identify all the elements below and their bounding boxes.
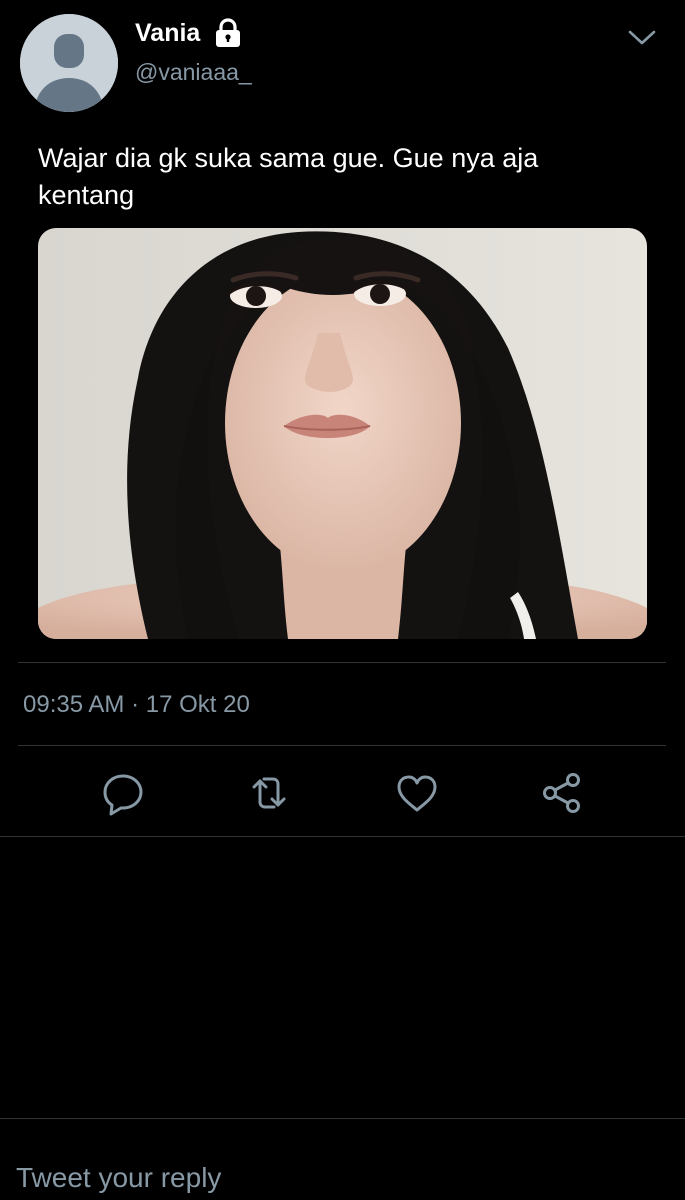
share-icon[interactable] [539,770,585,816]
avatar[interactable] [20,14,118,112]
tweet-photo[interactable] [38,228,647,639]
heart-icon[interactable] [394,770,440,816]
lock-icon [216,18,240,47]
divider [0,1118,685,1119]
display-name[interactable]: Vania [135,18,200,48]
divider [18,662,666,663]
tweet-text: Wajar dia gk suka sama gue. Gue nya aja … [38,143,539,210]
reply-icon[interactable] [100,770,146,816]
retweet-icon[interactable] [246,770,292,816]
portrait-photo [38,228,647,639]
tweet-timestamp[interactable]: 09:35 AM · 17 Okt 20 [23,690,250,720]
default-avatar-icon [20,14,118,112]
reply-composer-input[interactable]: Tweet your reply [16,1160,221,1196]
divider [18,745,666,746]
divider [0,836,685,837]
username-handle[interactable]: @vaniaaa_ [135,58,252,86]
chevron-down-icon[interactable] [624,22,660,52]
